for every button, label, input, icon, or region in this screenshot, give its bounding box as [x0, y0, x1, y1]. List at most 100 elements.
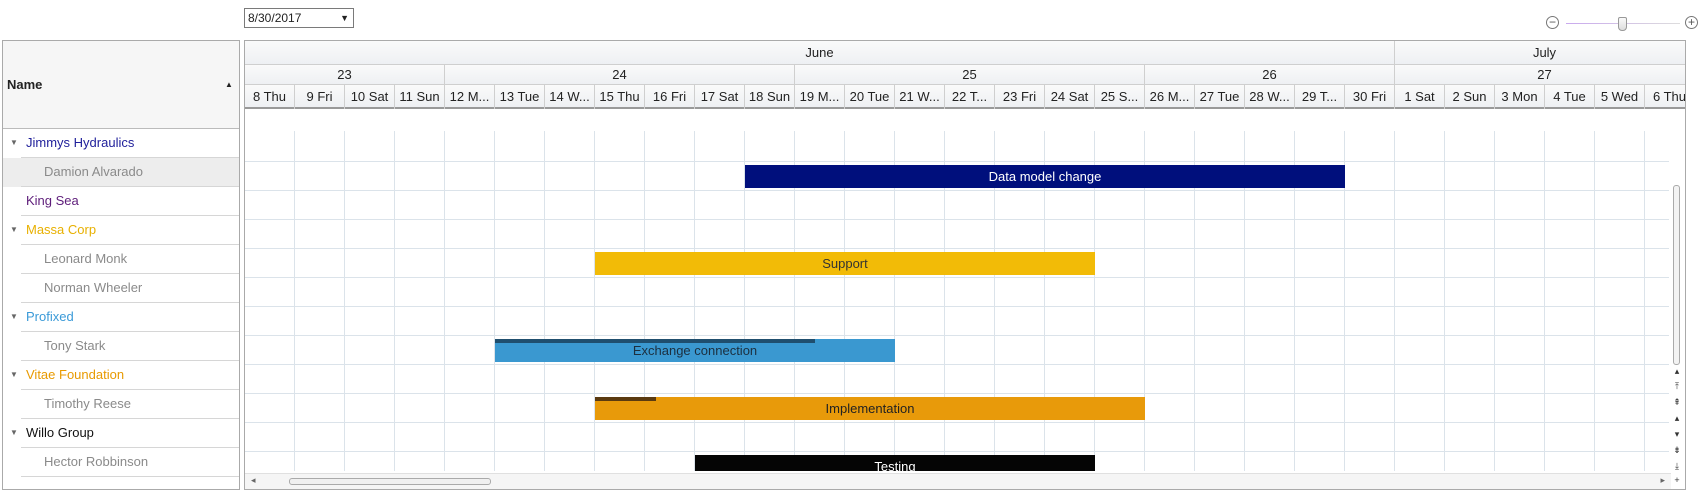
grid-row-line	[245, 219, 1685, 220]
day-cell: 19 M...	[795, 85, 845, 109]
day-cell: 20 Tue	[845, 85, 895, 109]
tree-row[interactable]: ▼ Willo Group	[3, 419, 239, 448]
dropdown-arrow-icon[interactable]: ▼	[340, 9, 349, 27]
tree-header[interactable]: Name ▲	[3, 41, 239, 129]
tree-row-label: Hector Robbinson	[44, 454, 149, 469]
grid-column-line	[1644, 131, 1645, 471]
tree-row[interactable]: Hector Robbinson	[3, 448, 239, 477]
week-cell: 23	[245, 65, 445, 84]
tree-row-label: Damion Alvarado	[44, 164, 143, 179]
expand-toggle-icon[interactable]: ▼	[10, 312, 18, 321]
task-bar[interactable]: Support	[595, 252, 1095, 275]
expand-plus-icon[interactable]: +	[1672, 475, 1682, 485]
tree-row[interactable]: Tony Stark	[3, 332, 239, 361]
day-cell: 12 M...	[445, 85, 495, 109]
day-cell: 17 Sat	[695, 85, 745, 109]
vertical-scrollbar[interactable]: ▴ ⤒ ⇞ ▴ ▾ ⇟ ⤓ +	[1669, 131, 1685, 489]
grid-row-line	[245, 248, 1685, 249]
horizontal-scroll-thumb[interactable]	[289, 478, 491, 485]
tree-row[interactable]: ▼ Massa Corp	[3, 216, 239, 245]
grid-column-line	[394, 131, 395, 471]
name-column-header: Name	[7, 77, 43, 92]
day-cell: 16 Fri	[645, 85, 695, 109]
tree-row-label: King Sea	[26, 193, 79, 208]
grid-column-line	[494, 131, 495, 471]
page-up-icon[interactable]: ⇞	[1672, 397, 1682, 408]
task-bar[interactable]: Exchange connection	[495, 339, 895, 362]
task-label: Implementation	[825, 401, 915, 416]
day-cell: 27 Tue	[1195, 85, 1245, 109]
grid-column-line	[344, 131, 345, 471]
task-bar[interactable]: Testing	[695, 455, 1095, 471]
grid-column-line	[1594, 131, 1595, 471]
day-cell: 28 W...	[1245, 85, 1295, 109]
day-cell: 8 Thu	[245, 85, 295, 109]
tree-row-label: Vitae Foundation	[26, 367, 125, 382]
day-cell: 15 Thu	[595, 85, 645, 109]
tree-row[interactable]: Damion Alvarado	[3, 158, 239, 187]
row-divider	[21, 476, 239, 477]
step-down-icon[interactable]: ▾	[1672, 429, 1682, 440]
zoom-in-icon[interactable]: +	[1685, 16, 1698, 29]
gantt-body: Data model change Support Exchange connect…	[245, 131, 1685, 471]
task-progress	[595, 397, 656, 401]
vertical-scroll-thumb[interactable]	[1673, 185, 1680, 365]
horizontal-scrollbar[interactable]: ◂ ▸	[245, 473, 1671, 489]
zoom-slider[interactable]: − +	[1542, 14, 1702, 34]
day-cell: 13 Tue	[495, 85, 545, 109]
week-cell: 25	[795, 65, 1145, 84]
month-cell: June	[245, 41, 1395, 64]
grid-column-line	[1544, 131, 1545, 471]
grid-row-line	[245, 364, 1685, 365]
grid-row-line	[245, 451, 1685, 452]
tree-row[interactable]: ▼ Jimmys Hydraulics	[3, 129, 239, 158]
expand-toggle-icon[interactable]: ▼	[10, 370, 18, 379]
task-bar[interactable]: Data model change	[745, 165, 1345, 188]
zoom-thumb[interactable]	[1617, 17, 1627, 31]
tree-row[interactable]: Leonard Monk	[3, 245, 239, 274]
day-cell: 25 S...	[1095, 85, 1145, 109]
grid-column-line	[444, 131, 445, 471]
day-cell: 26 M...	[1145, 85, 1195, 109]
date-picker[interactable]: 8/30/2017 ▼	[244, 8, 354, 28]
day-cell: 30 Fri	[1345, 85, 1395, 109]
grid-row-line	[245, 393, 1685, 394]
day-cell: 6 Thu	[1645, 85, 1685, 109]
tree-row[interactable]: ▼ Vitae Foundation	[3, 361, 239, 390]
month-header: June July	[245, 41, 1685, 65]
grid-row-line	[245, 422, 1685, 423]
scroll-up-icon[interactable]: ▴	[1672, 366, 1682, 377]
scroll-left-icon[interactable]: ◂	[251, 475, 256, 486]
page-down-icon[interactable]: ⇟	[1672, 445, 1682, 456]
grid-row-line	[245, 335, 1685, 336]
task-label: Testing	[874, 459, 916, 471]
tree-row-label: Timothy Reese	[44, 396, 131, 411]
grid-row-line	[245, 306, 1685, 307]
expand-toggle-icon[interactable]: ▼	[10, 138, 18, 147]
tree-row[interactable]: King Sea	[3, 187, 239, 216]
move-bottom-icon[interactable]: ⤓	[1672, 461, 1682, 472]
day-cell: 24 Sat	[1045, 85, 1095, 109]
task-label: Data model change	[988, 169, 1102, 184]
day-cell: 18 Sun	[745, 85, 795, 109]
day-cell: 21 W...	[895, 85, 945, 109]
day-cell: 10 Sat	[345, 85, 395, 109]
expand-toggle-icon[interactable]: ▼	[10, 428, 18, 437]
move-top-icon[interactable]: ⤒	[1672, 381, 1682, 392]
tree-row-label: Willo Group	[26, 425, 94, 440]
day-cell: 4 Tue	[1545, 85, 1595, 109]
grid-column-line	[644, 131, 645, 471]
grid-column-line	[594, 131, 595, 471]
grid-row-line	[245, 161, 1685, 162]
zoom-out-icon[interactable]: −	[1546, 16, 1559, 29]
grid-column-line	[1394, 131, 1395, 471]
tree-row[interactable]: Norman Wheeler	[3, 274, 239, 303]
tree-row[interactable]: ▼ Profixed	[3, 303, 239, 332]
month-cell: July	[1395, 41, 1685, 64]
grid-column-line	[1494, 131, 1495, 471]
scroll-right-icon[interactable]: ▸	[1660, 475, 1665, 486]
task-bar[interactable]: Implementation	[595, 397, 1145, 420]
expand-toggle-icon[interactable]: ▼	[10, 225, 18, 234]
tree-row[interactable]: Timothy Reese	[3, 390, 239, 419]
step-up-icon[interactable]: ▴	[1672, 413, 1682, 424]
